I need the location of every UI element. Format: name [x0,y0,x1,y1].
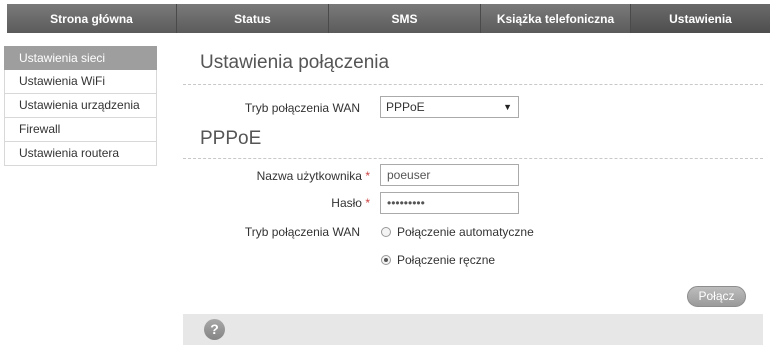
divider [183,84,763,85]
divider [183,158,763,159]
username-label-text: Nazwa użytkownika [256,169,362,183]
sidebar-item-firewall[interactable]: Firewall [4,118,157,142]
sidebar-item-device-settings[interactable]: Ustawienia urządzenia [4,94,157,118]
tab-home[interactable]: Strona główna [7,4,177,33]
sidebar-item-wifi-settings[interactable]: Ustawienia WiFi [4,70,157,94]
required-marker: * [365,196,370,210]
tab-sms[interactable]: SMS [329,4,481,33]
wan-mode-value: PPPoE [386,100,425,114]
password-label-text: Hasło [331,196,362,210]
footer-bar: ? [183,314,763,345]
chevron-down-icon: ▼ [503,102,512,112]
password-label: Hasło * [170,196,370,210]
radio-button[interactable] [381,227,391,237]
radio-manual-label: Połączenie ręczne [397,253,496,267]
sidebar-item-network-settings[interactable]: Ustawienia sieci [4,46,157,70]
password-field[interactable] [380,192,519,214]
radio-auto-connection[interactable]: Połączenie automatyczne [381,225,534,239]
pppoe-section-title: PPPoE [200,128,262,149]
username-field[interactable] [380,164,519,186]
tab-phonebook[interactable]: Książka telefoniczna [481,4,631,33]
username-label: Nazwa użytkownika * [170,169,370,183]
sidebar: Ustawienia sieci Ustawienia WiFi Ustawie… [4,46,157,166]
radio-button-checked[interactable] [381,255,391,265]
radio-auto-label: Połączenie automatyczne [397,225,534,239]
wan-mode-label: Tryb połączenia WAN [244,101,360,115]
tab-status[interactable]: Status [177,4,329,33]
help-icon[interactable]: ? [204,319,225,340]
sidebar-item-router-settings[interactable]: Ustawienia routera [4,142,157,166]
wan-mode-select[interactable]: PPPoE ▼ [380,96,519,118]
radio-manual-connection[interactable]: Połączenie ręczne [381,253,495,267]
connection-mode-label: Tryb połączenia WAN [244,225,360,239]
tab-settings[interactable]: Ustawienia [631,4,770,33]
page-title: Ustawienia połączenia [200,52,390,73]
connect-button[interactable]: Połącz [687,286,746,307]
top-navigation: Strona główna Status SMS Książka telefon… [7,4,770,33]
required-marker: * [365,169,370,183]
